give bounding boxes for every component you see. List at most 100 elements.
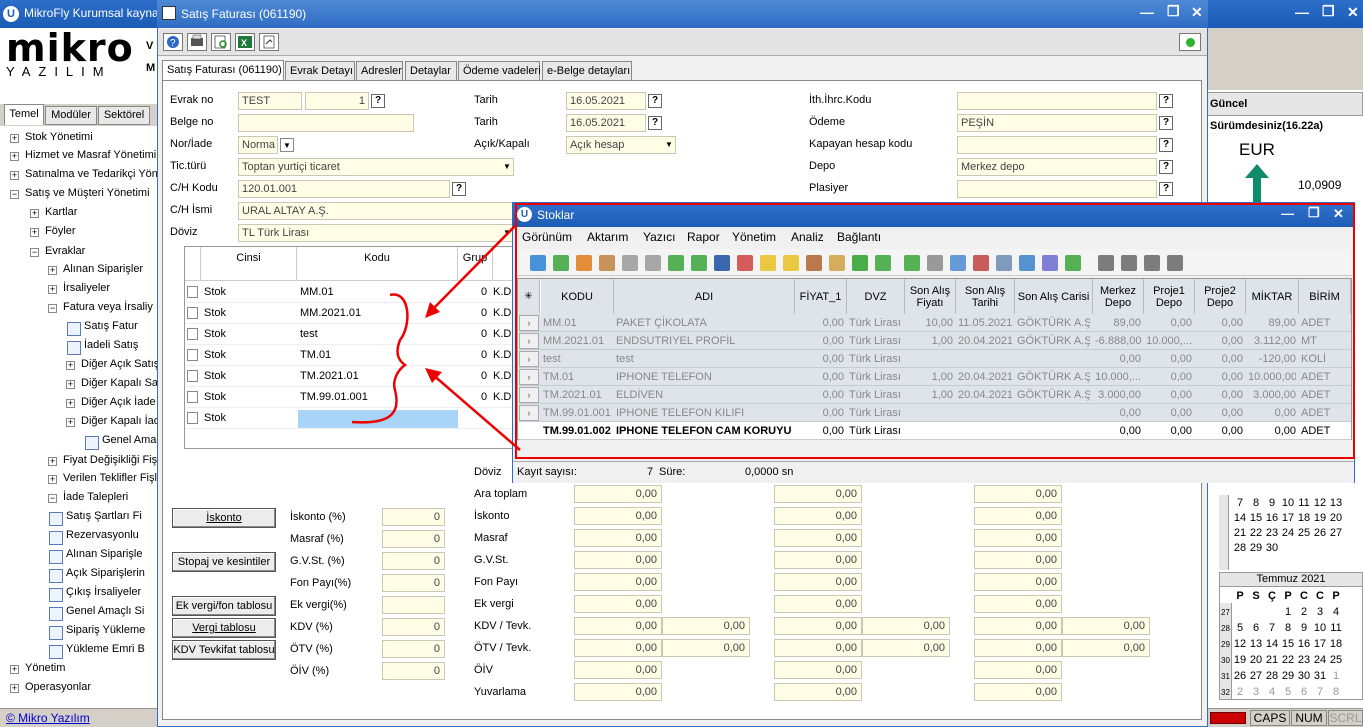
lookup-icon[interactable]: ? [1159,138,1173,152]
row-selector[interactable] [187,349,198,361]
sidebar-item[interactable]: Operasyonlar [25,681,91,693]
field-nor-iade[interactable]: Norma [238,136,278,154]
calendar-day[interactable]: 25 [1328,654,1344,666]
calendar-day[interactable]: 9 [1296,622,1312,634]
calendar-day[interactable]: 30 [1296,670,1312,682]
export-toolbar-button[interactable] [259,33,279,51]
calendar-day[interactable]: 19 [1312,512,1328,524]
calendar-day[interactable]: 3 [1312,606,1328,618]
tevk-field[interactable]: 0,00 [662,617,750,635]
sidebar-item[interactable]: Föyler [45,225,76,237]
calendar-day[interactable]: 6 [1248,622,1264,634]
field-depo[interactable]: Merkez depo [957,158,1157,176]
row-selector[interactable] [187,391,198,403]
calendar-day[interactable]: 15 [1248,512,1264,524]
calendar-day[interactable]: 8 [1280,622,1296,634]
pct-field[interactable]: 0 [382,640,445,658]
calendar-day[interactable]: 7 [1232,497,1248,509]
calendar-day[interactable]: 24 [1312,654,1328,666]
sidebar-item[interactable]: İade Talepleri [63,491,128,503]
lookup-icon[interactable]: ? [1159,116,1173,130]
sidebar-item[interactable]: Alınan Siparişler [63,263,143,275]
total-field[interactable]: 0,00 [774,573,862,591]
sidebar-item[interactable]: Açık Siparişlerin [66,567,145,579]
field-tarih1[interactable]: 16.05.2021 [566,92,646,110]
total-field[interactable]: 0,00 [974,529,1062,547]
calendar-day[interactable]: 14 [1232,512,1248,524]
field-plasiyer[interactable] [957,180,1157,198]
expand-icon[interactable]: + [10,665,19,674]
lookup-icon[interactable]: ? [648,94,662,108]
help-toolbar-button[interactable]: ? [163,33,183,51]
calendar-day[interactable]: 24 [1280,527,1296,539]
collapse-icon[interactable]: − [48,494,57,503]
sidebar-item[interactable]: Diğer Açık İade [81,396,156,408]
total-field[interactable]: 0,00 [574,639,662,657]
calendar-day[interactable]: 27 [1248,670,1264,682]
lookup-icon[interactable]: ? [1159,94,1173,108]
expand-icon[interactable]: + [10,134,19,143]
preview-toolbar-button[interactable] [211,33,231,51]
sidebar-item[interactable]: Satış Fatur [84,320,138,332]
field-ch-ismi[interactable]: URAL ALTAY A.Ş. [238,202,514,220]
sidebar-item[interactable]: Diğer Kapalı Sa [81,377,158,389]
calendar-day[interactable]: 22 [1280,654,1296,666]
version-banner[interactable]: Güncel Sürümdesiniz(16.22a) [1207,92,1363,132]
expand-icon[interactable]: + [48,475,57,484]
field-tarih2[interactable]: 16.05.2021 [566,114,646,132]
sidebar-item[interactable]: Satış Şartları Fi [66,510,142,522]
calendar-day[interactable]: 15 [1280,638,1296,650]
calendar-day[interactable]: 11 [1296,497,1312,509]
sidebar-item[interactable]: Genel Amaçlı Si [66,605,144,617]
dropdown-icon[interactable]: ▼ [280,138,294,152]
tevk-field[interactable]: 0,00 [862,639,950,657]
action-button[interactable]: KDV Tevkifat tablosu [172,640,276,660]
close-icon[interactable]: ✕ [1347,4,1359,21]
total-field[interactable]: 0,00 [974,551,1062,569]
total-field[interactable]: 0,00 [974,573,1062,591]
calendar-day[interactable]: 20 [1248,654,1264,666]
calendar-day[interactable]: 13 [1248,638,1264,650]
total-field[interactable]: 0,00 [774,683,862,701]
print-toolbar-button[interactable] [187,33,207,51]
sidebar-item[interactable]: Evraklar [45,245,85,257]
calendar-day[interactable]: 29 [1248,542,1264,554]
pct-field[interactable]: 0 [382,618,445,636]
excel-toolbar-button[interactable]: X [235,33,255,51]
total-field[interactable]: 0,00 [974,617,1062,635]
tevk-field[interactable]: 0,00 [1062,639,1150,657]
calendar-day[interactable]: 22 [1248,527,1264,539]
lookup-icon[interactable]: ? [452,182,466,196]
calendar-day[interactable]: 11 [1328,622,1344,634]
calendar-day[interactable]: 12 [1312,497,1328,509]
pct-field[interactable]: 0 [382,552,445,570]
expand-icon[interactable]: + [48,266,57,275]
calendar-day[interactable]: 23 [1264,527,1280,539]
expand-icon[interactable]: + [10,171,19,180]
invoice-maximize-icon[interactable]: ❐ [1167,3,1180,20]
row-selector[interactable] [187,370,198,382]
expand-icon[interactable]: + [10,152,19,161]
sidebar-item[interactable]: İadeli Satış [84,339,138,351]
calendar-day[interactable]: 23 [1296,654,1312,666]
field-odeme[interactable]: PEŞİN [957,114,1157,132]
total-field[interactable]: 0,00 [974,639,1062,657]
dropdown-icon[interactable]: ▼ [500,160,514,174]
calendar-day[interactable]: 13 [1328,497,1344,509]
total-field[interactable]: 0,00 [574,617,662,635]
total-field[interactable]: 0,00 [574,529,662,547]
calendar-day[interactable]: 4 [1328,606,1344,618]
field-ith-ihrc[interactable] [957,92,1157,110]
sidebar-item[interactable]: Kartlar [45,206,77,218]
total-field[interactable]: 0,00 [974,507,1062,525]
calendar-day[interactable]: 1 [1280,606,1296,618]
field-acik-kapali[interactable]: Açık hesap [566,136,676,154]
calendar-day[interactable]: 29 [1280,670,1296,682]
tab-sektorel[interactable]: Sektörel [98,106,150,125]
calendar-day[interactable]: 25 [1296,527,1312,539]
action-button[interactable]: İskonto [172,508,276,528]
total-field[interactable]: 0,00 [574,551,662,569]
calendar-day[interactable]: 8 [1248,497,1264,509]
total-field[interactable]: 0,00 [574,485,662,503]
expand-icon[interactable]: + [66,380,75,389]
